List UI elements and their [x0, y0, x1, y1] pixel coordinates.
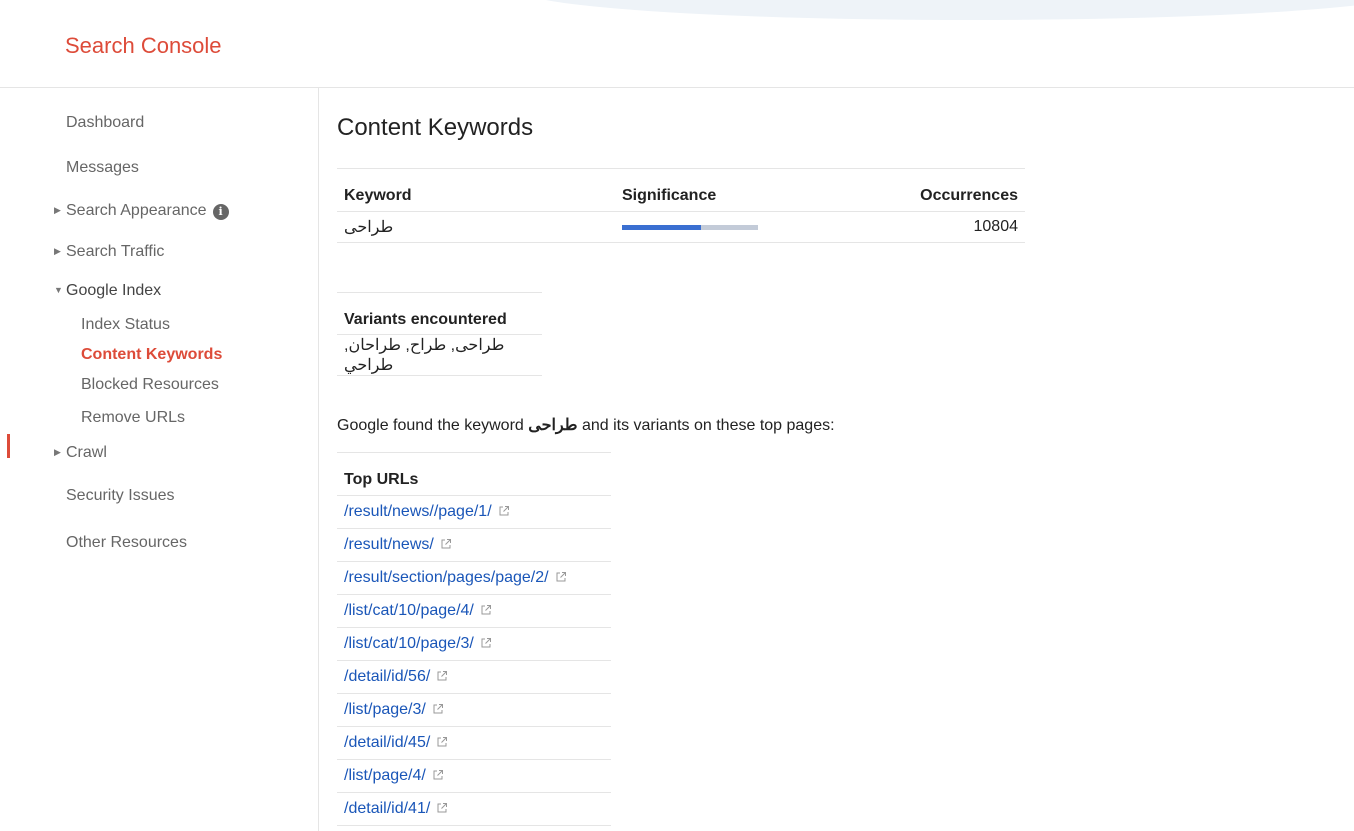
table-header-row: Variants encountered	[337, 292, 542, 335]
column-header-keyword[interactable]: Keyword	[337, 168, 615, 212]
significance-cell	[615, 211, 859, 243]
url-link[interactable]: /list/page/4/	[344, 767, 426, 784]
sidebar-item-messages[interactable]: Messages	[66, 159, 139, 177]
column-header-occurrences[interactable]: Occurrences	[859, 168, 1025, 212]
url-cell: /result/section/pages/page/2/	[337, 561, 611, 595]
significance-bar	[622, 224, 758, 230]
url-link[interactable]: /result/news/	[344, 536, 434, 553]
table-row: /detail/id/41/	[337, 792, 611, 826]
sidebar-item-crawl[interactable]: ▶ Crawl	[54, 444, 107, 462]
external-link-icon[interactable]	[498, 505, 510, 517]
sidebar-item-label: Search Traffic	[66, 243, 165, 260]
page-title: Content Keywords	[337, 114, 534, 141]
table-row: /detail/id/56/	[337, 660, 611, 694]
caret-down-icon: ▼	[54, 285, 63, 295]
sidebar-subitem-remove-urls[interactable]: Remove URLs	[81, 409, 185, 427]
sidebar-subitem-index-status[interactable]: Index Status	[81, 316, 170, 334]
external-link-icon[interactable]	[555, 571, 567, 583]
caret-right-icon: ▶	[54, 447, 61, 457]
sidebar-subitem-content-keywords[interactable]: Content Keywords	[81, 346, 222, 364]
url-cell: /detail/id/45/	[337, 726, 611, 760]
url-cell: /list/cat/10/page/3/	[337, 627, 611, 661]
url-link[interactable]: /result/section/pages/page/2/	[344, 569, 549, 586]
found-keyword: طراحی	[528, 417, 578, 434]
sidebar-item-google-index[interactable]: ▼ Google Index	[54, 282, 161, 300]
external-link-icon[interactable]	[436, 670, 448, 682]
sidebar-item-label: Dashboard	[66, 114, 145, 131]
occurrences-cell: 10804	[859, 211, 1025, 243]
variants-cell: طراحی, طراح, طراحان, طراحي	[337, 334, 542, 376]
sidebar-item-label: Google Index	[66, 282, 162, 299]
external-link-icon[interactable]	[440, 538, 452, 550]
url-cell: /result/news/	[337, 528, 611, 562]
column-header-variants: Variants encountered	[337, 292, 542, 335]
column-header-top-urls: Top URLs	[337, 452, 611, 496]
table-row: /result/news//page/1/	[337, 495, 611, 529]
top-urls-table: Top URLs /result/news//page/1/ /result/ne…	[337, 452, 611, 826]
external-link-icon[interactable]	[432, 769, 444, 781]
sidebar-item-label: Other Resources	[66, 534, 187, 551]
table-row: /list/page/3/	[337, 693, 611, 727]
caret-right-icon: ▶	[54, 205, 61, 215]
header: Search Console	[0, 0, 1354, 88]
sidebar-item-other-resources[interactable]: Other Resources	[66, 534, 187, 552]
url-cell: /result/news//page/1/	[337, 495, 611, 529]
table-header-row: Top URLs	[337, 452, 611, 496]
table-row: /result/news/	[337, 528, 611, 562]
table-row: طراحی, طراح, طراحان, طراحي	[337, 334, 542, 376]
external-link-icon[interactable]	[436, 802, 448, 814]
table-row: /detail/id/45/	[337, 726, 611, 760]
keyword-cell: طراحی	[337, 211, 615, 243]
url-link[interactable]: /list/cat/10/page/4/	[344, 602, 474, 619]
sidebar: Dashboard Messages ▶ Search Appearance i ▶…	[0, 88, 319, 831]
url-link[interactable]: /detail/id/41/	[344, 800, 430, 817]
info-icon[interactable]: i	[212, 204, 229, 220]
caret-right-icon: ▶	[54, 246, 61, 256]
url-cell: /detail/id/56/	[337, 660, 611, 694]
table-row: /list/cat/10/page/3/	[337, 627, 611, 661]
external-link-icon[interactable]	[480, 637, 492, 649]
table-row: /list/page/4/	[337, 759, 611, 793]
sidebar-item-search-appearance[interactable]: ▶ Search Appearance i	[54, 202, 229, 220]
table-header-row: Keyword Significance Occurrences	[337, 168, 1025, 212]
active-indicator	[7, 434, 10, 458]
external-link-icon[interactable]	[436, 736, 448, 748]
external-link-icon[interactable]	[432, 703, 444, 715]
sidebar-item-dashboard[interactable]: Dashboard	[66, 114, 144, 132]
url-cell: /list/cat/10/page/4/	[337, 594, 611, 628]
found-description: Google found the keyword طراحی and its v…	[337, 415, 835, 435]
sidebar-item-search-traffic[interactable]: ▶ Search Traffic	[54, 243, 164, 261]
sidebar-item-label: Search Appearance	[66, 202, 207, 219]
table-row: طراحی 10804	[337, 211, 1025, 243]
sidebar-subitem-blocked-resources[interactable]: Blocked Resources	[81, 376, 219, 394]
brand-title[interactable]: Search Console	[65, 33, 222, 59]
url-link[interactable]: /detail/id/56/	[344, 668, 430, 685]
found-prefix: Google found the keyword	[337, 417, 524, 434]
sidebar-item-label: Crawl	[66, 444, 107, 461]
found-suffix: and its variants on these top pages:	[581, 417, 835, 434]
url-cell: /list/page/4/	[337, 759, 611, 793]
sidebar-item-label: Security Issues	[66, 487, 175, 504]
sidebar-item-label: Messages	[66, 159, 139, 176]
external-link-icon[interactable]	[480, 604, 492, 616]
url-link[interactable]: /result/news//page/1/	[344, 503, 492, 520]
url-link[interactable]: /list/cat/10/page/3/	[344, 635, 474, 652]
significance-bar-fill	[622, 224, 701, 230]
table-row: /result/section/pages/page/2/	[337, 561, 611, 595]
url-cell: /list/page/3/	[337, 693, 611, 727]
url-link[interactable]: /detail/id/45/	[344, 734, 430, 751]
url-cell: /detail/id/41/	[337, 792, 611, 826]
table-row: /list/cat/10/page/4/	[337, 594, 611, 628]
sidebar-item-security-issues[interactable]: Security Issues	[66, 487, 174, 505]
keyword-table: Keyword Significance Occurrences طراحی 1…	[337, 168, 1025, 243]
url-link[interactable]: /list/page/3/	[344, 701, 426, 718]
column-header-significance[interactable]: Significance	[615, 168, 859, 212]
variants-table: Variants encountered طراحی, طراح, طراحان…	[337, 292, 542, 376]
